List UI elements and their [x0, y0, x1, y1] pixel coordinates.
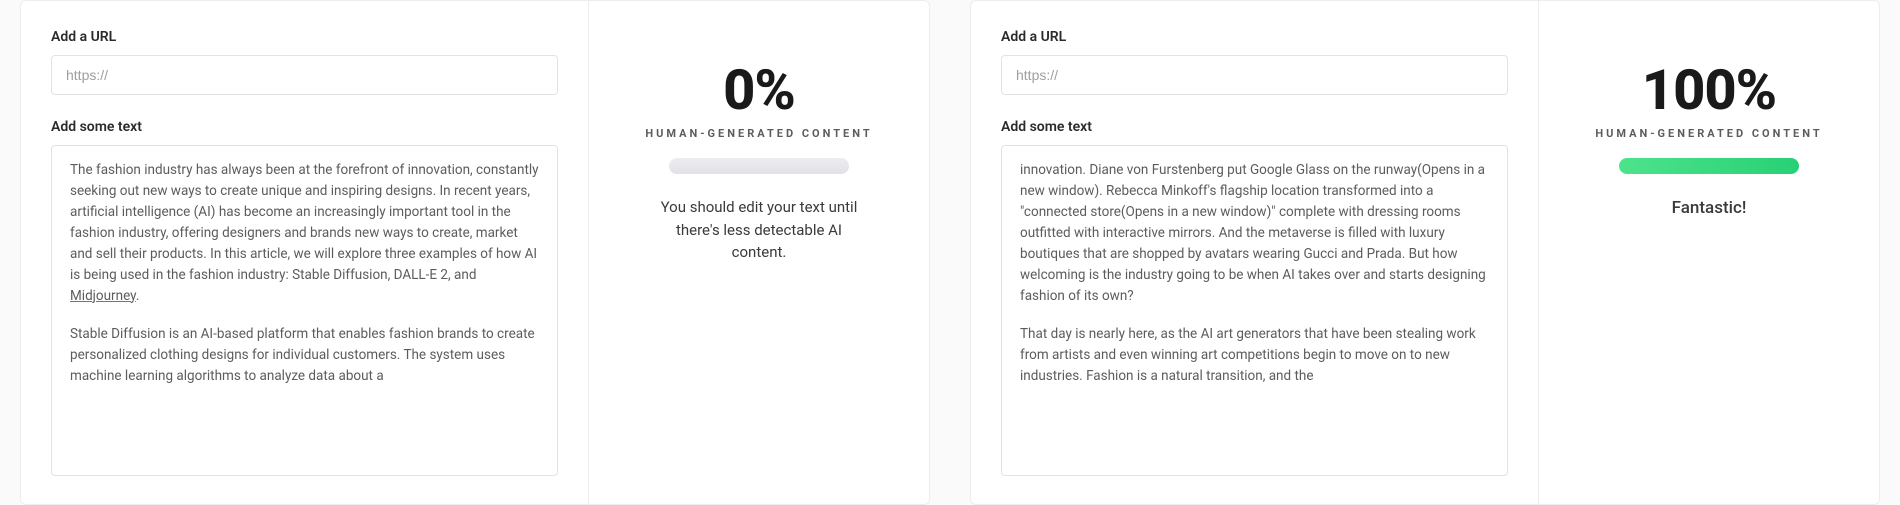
result-message: Fantastic! — [1672, 196, 1747, 222]
text-label: Add some text — [1001, 119, 1508, 135]
url-input[interactable] — [1001, 55, 1508, 95]
progress-bar — [669, 158, 849, 174]
text-paragraph: innovation. Diane von Furstenberg put Go… — [1020, 160, 1489, 306]
text-paragraph: Stable Diffusion is an AI-based platform… — [70, 324, 539, 387]
percent-label: HUMAN-GENERATED CONTENT — [1595, 127, 1822, 140]
detector-panel-left: Add a URL Add some text The fashion indu… — [20, 0, 930, 505]
percent-value: 100% — [1642, 57, 1776, 123]
text-paragraph: That day is nearly here, as the AI art g… — [1020, 324, 1489, 387]
input-panel: Add a URL Add some text innovation. Dian… — [971, 1, 1539, 504]
result-message: You should edit your text until there's … — [649, 196, 869, 264]
progress-bar — [1619, 158, 1799, 174]
text-content[interactable]: The fashion industry has always been at … — [52, 146, 557, 475]
text-area[interactable]: innovation. Diane von Furstenberg put Go… — [1001, 145, 1508, 476]
input-panel: Add a URL Add some text The fashion indu… — [21, 1, 589, 504]
result-panel: 0% HUMAN-GENERATED CONTENT You should ed… — [589, 1, 929, 504]
result-panel: 100% HUMAN-GENERATED CONTENT Fantastic! — [1539, 1, 1879, 504]
text-paragraph: The fashion industry has always been at … — [70, 160, 539, 306]
percent-value: 0% — [723, 57, 795, 123]
text-label: Add some text — [51, 119, 558, 135]
detector-panel-right: Add a URL Add some text innovation. Dian… — [970, 0, 1880, 505]
text-area[interactable]: The fashion industry has always been at … — [51, 145, 558, 476]
spellcheck-underline: Midjourney — [70, 288, 136, 304]
url-label: Add a URL — [1001, 29, 1508, 45]
url-label: Add a URL — [51, 29, 558, 45]
url-input[interactable] — [51, 55, 558, 95]
text-content[interactable]: innovation. Diane von Furstenberg put Go… — [1002, 146, 1507, 475]
percent-label: HUMAN-GENERATED CONTENT — [645, 127, 872, 140]
